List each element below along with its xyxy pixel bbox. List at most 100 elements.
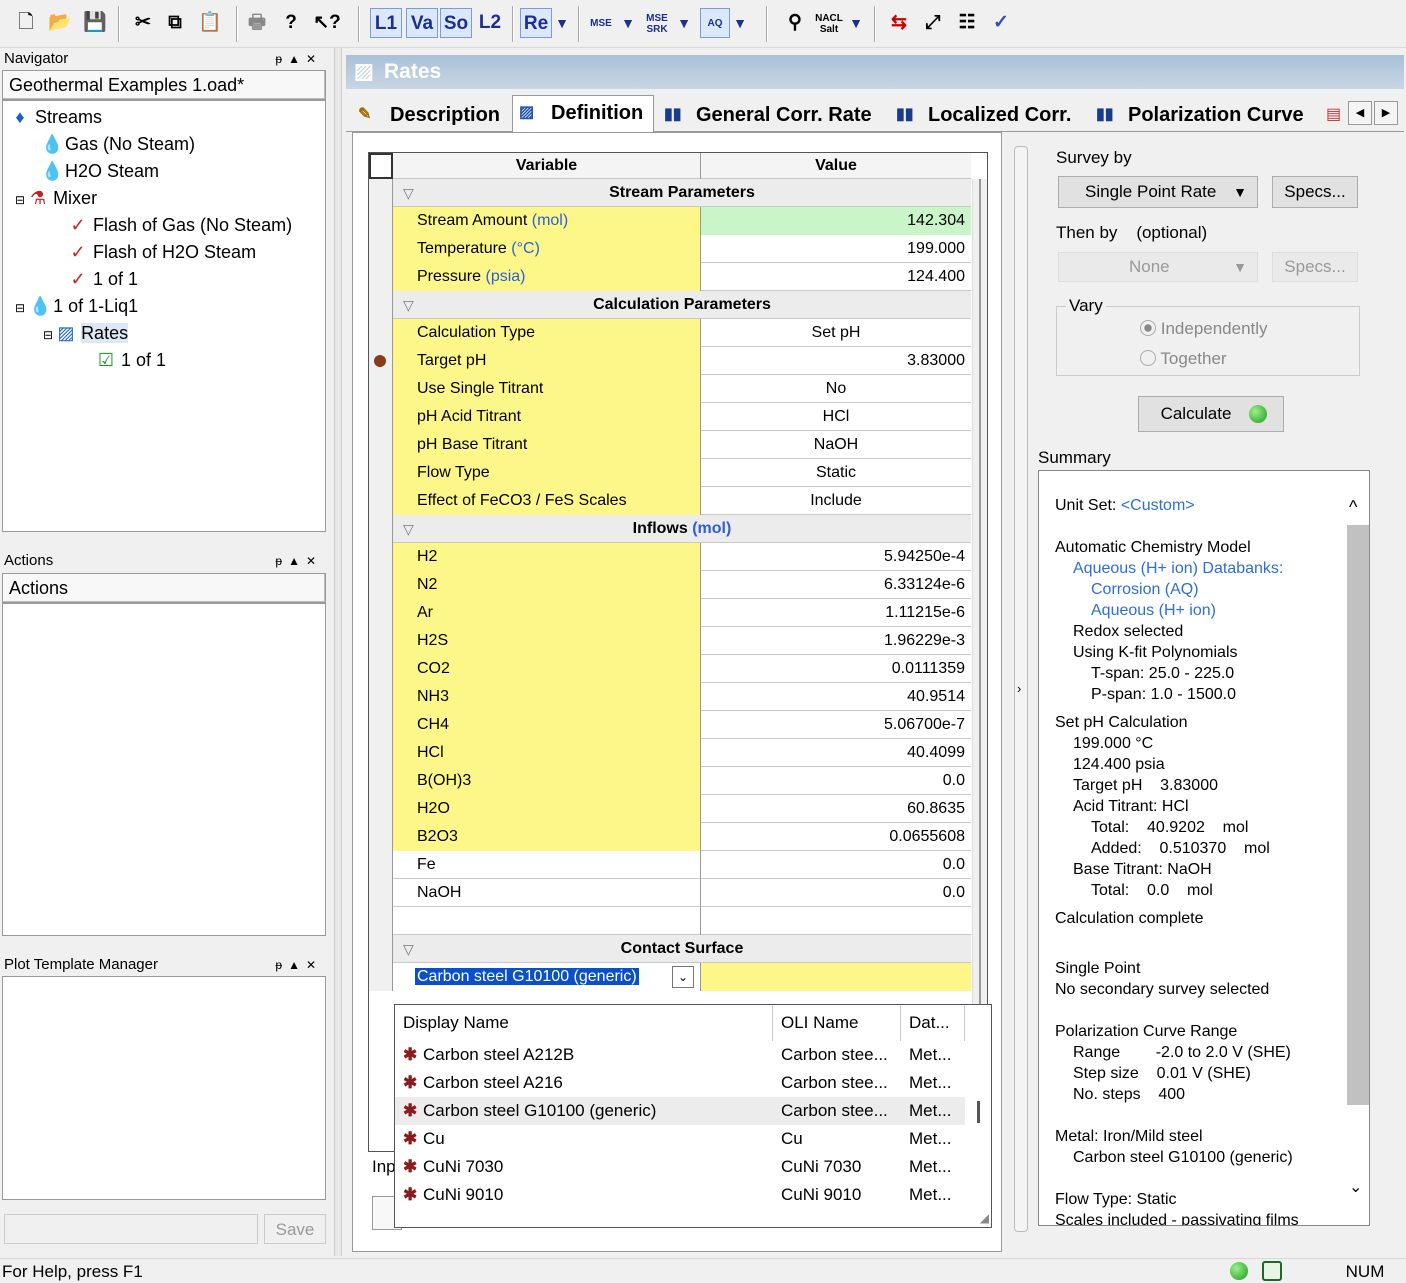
- row-inflow[interactable]: HCl 40.4099: [369, 739, 971, 767]
- collapse-icon[interactable]: ⊟: [43, 328, 53, 342]
- section-calculation-parameters[interactable]: ▽ Calculation Parameters: [369, 291, 971, 319]
- independently-radio[interactable]: Independently: [1140, 319, 1268, 339]
- inflow-value[interactable]: 6.33124e-6: [701, 571, 971, 599]
- tree-item-h2o[interactable]: 💧H2O Steam: [41, 158, 159, 185]
- inflow-value[interactable]: 60.8635: [701, 795, 971, 823]
- row-inflow[interactable]: CH4 5.06700e-7: [369, 711, 971, 739]
- row-inflow[interactable]: H2S 1.96229e-3: [369, 627, 971, 655]
- section-stream-parameters[interactable]: ▽ Stream Parameters: [369, 179, 971, 207]
- inflow-value[interactable]: 1.11215e-6: [701, 599, 971, 627]
- report-icon[interactable]: ▤: [1326, 104, 1346, 128]
- binoculars-icon[interactable]: ⚲: [780, 8, 810, 38]
- nacl-salt-button[interactable]: NACL Salt: [814, 13, 844, 43]
- pane-controls-icon[interactable]: ᵽ▲✕: [275, 48, 322, 70]
- resize-grip-icon[interactable]: ◢: [980, 1211, 989, 1225]
- tree-item-mixer[interactable]: ⊟ ⚗ Mixer: [15, 185, 97, 214]
- mse-button[interactable]: MSE: [588, 18, 614, 48]
- mse-srk-dropdown-icon[interactable]: ▼: [676, 8, 692, 38]
- properties-icon[interactable]: ☷: [952, 8, 982, 38]
- l2-button[interactable]: L2: [474, 8, 506, 38]
- dropdown-option[interactable]: ✱ CuNi 7030 CuNi 7030 Met...: [395, 1153, 965, 1181]
- row-temperature[interactable]: Temperature (°C) 199.000: [369, 235, 971, 263]
- inflow-value[interactable]: 0.0655608: [701, 823, 971, 851]
- dropdown-option[interactable]: ✱ Carbon steel G10100 (generic) Carbon ste…: [395, 1097, 965, 1125]
- section-contact-surface[interactable]: ▽ Contact Surface: [369, 935, 971, 963]
- row-inflow[interactable]: N2 6.33124e-6: [369, 571, 971, 599]
- row-base-titrant[interactable]: pH Base Titrant NaOH: [369, 431, 971, 459]
- chevron-right-icon[interactable]: ›: [1017, 681, 1021, 696]
- collapse-icon[interactable]: ⊟: [15, 301, 25, 315]
- va-button[interactable]: Va: [406, 8, 438, 38]
- tab-general-corr-rate[interactable]: ▮▮ General Corr. Rate: [658, 98, 872, 132]
- then-specs-button[interactable]: Specs...: [1272, 252, 1358, 282]
- tab-localized-corr[interactable]: ▮▮ Localized Corr.: [890, 98, 1071, 132]
- row-pressure[interactable]: Pressure (psia) 124.400: [369, 263, 971, 291]
- tree-item-1of1[interactable]: ✓ 1 of 1: [69, 266, 138, 293]
- row-inflow[interactable]: Fe 0.0: [369, 851, 971, 879]
- together-radio[interactable]: Together: [1140, 349, 1227, 369]
- tab-definition[interactable]: ▨ Definition: [512, 95, 655, 132]
- column-display-name[interactable]: Display Name: [395, 1005, 773, 1041]
- mse-srk-button[interactable]: MSE SRK: [644, 13, 670, 43]
- row-calculation-type[interactable]: Calculation Type Set pH: [369, 319, 971, 347]
- tab-scroll-right-icon[interactable]: ▶: [1374, 101, 1398, 125]
- row-contact-surface[interactable]: Carbon steel G10100 (generic) ⌄: [369, 963, 971, 991]
- context-help-icon[interactable]: ↖?: [312, 8, 342, 38]
- units-icon[interactable]: ⇆: [884, 8, 914, 38]
- mse-dropdown-icon[interactable]: ▼: [620, 8, 636, 38]
- row-inflow[interactable]: H2 5.94250e-4: [369, 543, 971, 571]
- scroll-down-icon[interactable]: ⌄: [1349, 1177, 1362, 1197]
- inflow-value[interactable]: 1.96229e-3: [701, 627, 971, 655]
- so-button[interactable]: So: [440, 8, 472, 38]
- save-icon[interactable]: 💾: [82, 8, 108, 38]
- tab-polarization-curve[interactable]: ▮▮ Polarization Curve: [1090, 98, 1304, 132]
- row-single-titrant[interactable]: Use Single Titrant No: [369, 375, 971, 403]
- pane-controls-icon[interactable]: ᵽ▲✕: [275, 550, 322, 572]
- inflow-value[interactable]: 0.0: [701, 851, 971, 879]
- row-empty[interactable]: [369, 907, 971, 935]
- cut-icon[interactable]: ✂: [130, 8, 156, 38]
- dropdown-option[interactable]: ✱ Carbon steel A216 Carbon stee... Met...: [395, 1069, 965, 1097]
- pane-controls-icon[interactable]: ᵽ▲✕: [275, 954, 322, 976]
- tree-item-flash-h2o[interactable]: ✓ Flash of H2O Steam: [69, 239, 256, 266]
- open-folder-icon[interactable]: 📂: [46, 8, 74, 38]
- save-button[interactable]: Save: [264, 1214, 326, 1244]
- dropdown-scrollbar[interactable]: [973, 1095, 983, 1225]
- row-flow-type[interactable]: Flow Type Static: [369, 459, 971, 487]
- tree-item-gas[interactable]: 💧Gas (No Steam): [41, 131, 195, 158]
- inflow-value[interactable]: 0.0: [701, 879, 971, 907]
- inflow-value[interactable]: 0.0111359: [701, 655, 971, 683]
- calculate-button[interactable]: Calculate: [1138, 396, 1284, 432]
- tab-description[interactable]: ✎ Description: [352, 98, 500, 132]
- tab-scroll-left-icon[interactable]: ◀: [1348, 101, 1372, 125]
- inflow-value[interactable]: 5.94250e-4: [701, 543, 971, 571]
- tree-item-rates[interactable]: ⊟ ▨ Rates: [43, 320, 129, 349]
- tree-item-liq[interactable]: ⊟ 💧1 of 1-Liq1: [15, 293, 138, 322]
- row-inflow[interactable]: NaOH 0.0: [369, 879, 971, 907]
- paste-icon[interactable]: 📋: [196, 8, 224, 38]
- inflow-value[interactable]: 0.0: [701, 767, 971, 795]
- survey-specs-button[interactable]: Specs...: [1272, 176, 1358, 208]
- plot-icon[interactable]: ⤢: [918, 8, 948, 38]
- row-inflow[interactable]: NH3 40.9514: [369, 683, 971, 711]
- row-target-ph[interactable]: Target pH 3.83000: [369, 347, 971, 375]
- panel-splitter[interactable]: ›: [1014, 146, 1028, 1232]
- row-inflow[interactable]: B(OH)3 0.0: [369, 767, 971, 795]
- tree-item-streams[interactable]: ♦ Streams: [11, 104, 102, 131]
- check-icon[interactable]: ✓: [986, 8, 1016, 38]
- inflow-value[interactable]: 5.06700e-7: [701, 711, 971, 739]
- row-inflow[interactable]: H2O 60.8635: [369, 795, 971, 823]
- aq-dropdown-icon[interactable]: ▼: [732, 8, 748, 38]
- column-oli-name[interactable]: OLI Name: [773, 1005, 901, 1041]
- aq-button[interactable]: AQ: [700, 8, 730, 38]
- unit-set-link[interactable]: <Custom>: [1121, 497, 1195, 514]
- section-inflows[interactable]: ▽ Inflows (mol): [369, 515, 971, 543]
- plot-name-input[interactable]: [4, 1214, 258, 1244]
- print-icon[interactable]: 🖶: [244, 8, 270, 38]
- l1-button[interactable]: L1: [370, 8, 402, 38]
- inflow-value[interactable]: 40.4099: [701, 739, 971, 767]
- dropdown-option[interactable]: ✱ Cu Cu Met...: [395, 1125, 965, 1153]
- contact-surface-select[interactable]: Carbon steel G10100 (generic): [415, 968, 639, 985]
- summary-scrollbar[interactable]: ^ ⌄: [1347, 491, 1369, 1197]
- help-icon[interactable]: ?: [278, 8, 304, 38]
